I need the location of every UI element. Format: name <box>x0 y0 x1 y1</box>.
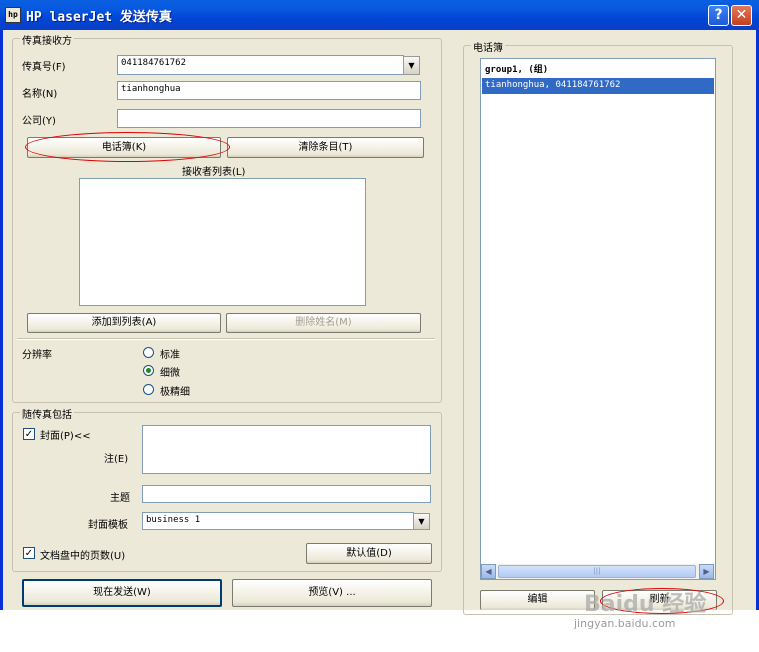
company-label: 公司(Y) <box>22 116 56 127</box>
scroll-left-icon[interactable]: ◀ <box>481 564 496 579</box>
phonebook-entry-selected[interactable]: tianhonghua, 041184761762 <box>482 78 714 94</box>
preview-button[interactable]: 预览(V) ... <box>232 579 432 607</box>
subject-label: 主题 <box>110 493 130 504</box>
recipient-list-label: 接收者列表(L) <box>182 167 246 178</box>
resolution-label: 分辨率 <box>22 350 52 361</box>
annotation-ellipse-phonebook <box>25 132 230 162</box>
phonebook-list[interactable] <box>480 58 716 580</box>
send-now-button[interactable]: 现在发送(W) <box>22 579 222 607</box>
help-button[interactable]: ? <box>708 5 729 26</box>
resolution-standard-radio[interactable] <box>143 347 154 358</box>
note-label: 注(E) <box>104 454 129 465</box>
watermark-brand: Baidu 经验 <box>584 592 707 617</box>
page-count-label[interactable]: 文档盘中的页数(U) <box>40 547 125 562</box>
radio-selected-dot <box>146 368 151 373</box>
resolution-standard-label: 标准 <box>160 350 180 361</box>
phonebook-entry-group[interactable]: group1, (组) <box>482 60 714 76</box>
close-button[interactable]: ✕ <box>731 5 752 26</box>
recipient-group-label: 传真接收方 <box>20 32 74 47</box>
resolution-fine-radio[interactable] <box>143 365 154 376</box>
resolution-superfine-label: 极精细 <box>160 387 190 398</box>
remove-name-button[interactable]: 删除姓名(M) <box>226 313 421 333</box>
cover-template-select[interactable]: business 1 <box>142 512 414 530</box>
resolution-separator <box>17 338 435 340</box>
default-values-button[interactable]: 默认值(D) <box>306 543 432 564</box>
include-group-label: 随传真包括 <box>20 406 74 421</box>
edit-button[interactable]: 编辑 <box>480 590 595 610</box>
cover-page-label[interactable]: 封面(P)<< <box>40 427 91 442</box>
page-count-checkbox[interactable]: ✓ <box>23 547 35 559</box>
note-textarea[interactable] <box>142 425 431 474</box>
scroll-right-icon[interactable]: ▶ <box>699 564 714 579</box>
name-field[interactable]: tianhonghua <box>117 81 421 100</box>
fax-number-dropdown-icon[interactable]: ▼ <box>403 56 420 75</box>
hp-app-icon: hp <box>5 7 21 23</box>
clear-entry-button[interactable]: 清除条目(T) <box>227 137 424 158</box>
cover-template-dropdown-icon[interactable]: ▼ <box>413 513 430 530</box>
fax-number-combo[interactable]: 041184761762 <box>117 55 404 75</box>
resolution-superfine-radio[interactable] <box>143 384 154 395</box>
phonebook-group-label: 电话簿 <box>471 39 505 54</box>
name-label: 名称(N) <box>22 89 58 100</box>
add-to-list-button[interactable]: 添加到列表(A) <box>27 313 221 333</box>
cover-page-checkbox[interactable]: ✓ <box>23 428 35 440</box>
subject-field[interactable] <box>142 485 431 503</box>
company-field[interactable] <box>117 109 421 128</box>
watermark-url: jingyan.baidu.com <box>574 617 676 630</box>
window-title: HP laserJet 发送传真 <box>26 10 172 25</box>
cover-template-label: 封面模板 <box>88 520 128 531</box>
resolution-fine-label: 细微 <box>160 368 180 379</box>
recipient-list[interactable] <box>79 178 366 306</box>
scroll-thumb[interactable]: ||| <box>498 565 696 578</box>
fax-number-label: 传真号(F) <box>22 62 66 73</box>
